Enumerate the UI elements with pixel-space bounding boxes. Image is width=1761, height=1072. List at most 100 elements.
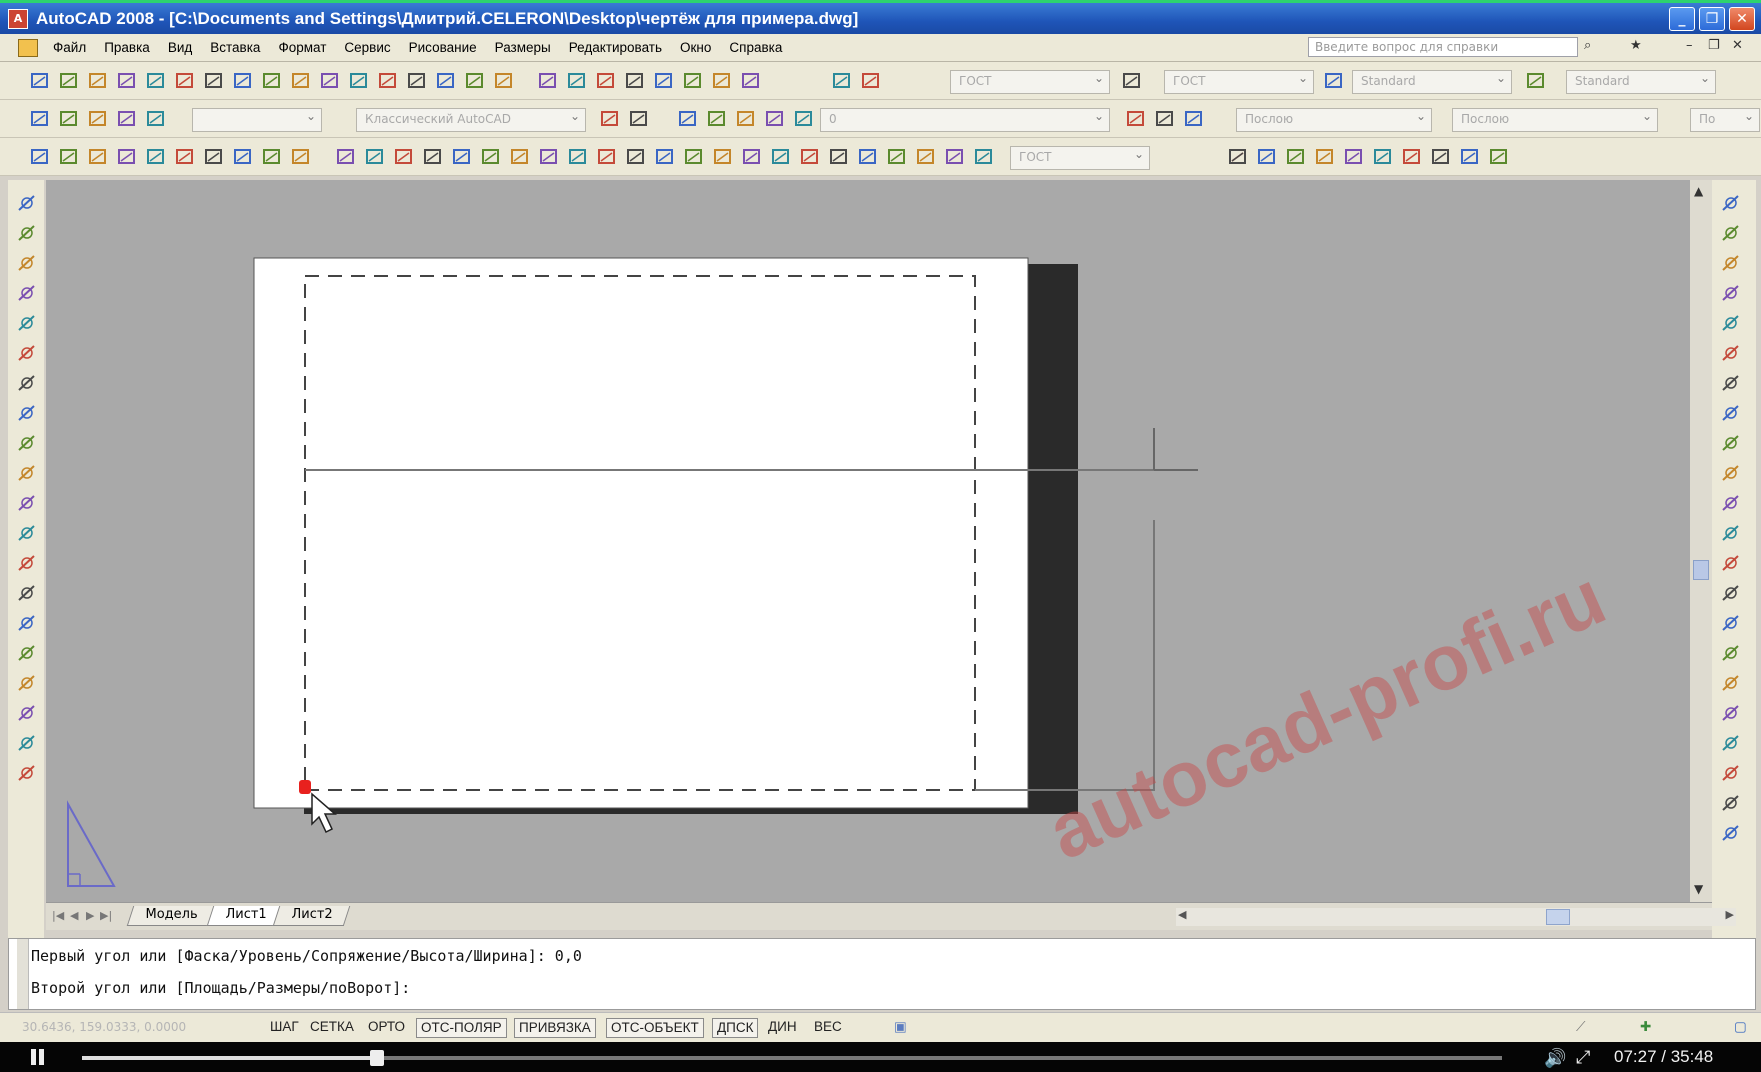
- dimension-tool-20-icon[interactable]: [595, 145, 619, 169]
- layers-tool-3-icon[interactable]: [86, 107, 110, 131]
- command-line-window[interactable]: Первый угол или [Фаска/Уровень/Сопряжени…: [8, 938, 1756, 1010]
- dimension-tool-11-icon[interactable]: [334, 145, 358, 169]
- draw-tool-5-icon[interactable]: [14, 310, 40, 336]
- standard-tool-12-icon[interactable]: [347, 69, 371, 93]
- tab-sheet2[interactable]: Лист2: [272, 906, 351, 926]
- draw-tool-19-icon[interactable]: [14, 730, 40, 756]
- standard-tool-22-icon[interactable]: [652, 69, 676, 93]
- menu-insert[interactable]: Вставка: [201, 40, 269, 55]
- cursor-coordinates[interactable]: 30.6436, 159.0333, 0.0000: [22, 1020, 186, 1034]
- clean-screen-icon[interactable]: ▢: [1730, 1018, 1751, 1038]
- dimension-tool-36-icon[interactable]: [1255, 145, 1279, 169]
- multileader-style-combo[interactable]: Standard: [1566, 70, 1716, 94]
- modify-tool-4-icon[interactable]: [1718, 280, 1744, 306]
- dimension-tool-28-icon[interactable]: [827, 145, 851, 169]
- fullscreen-icon[interactable]: ⤢: [1576, 1047, 1590, 1068]
- search-help-icon[interactable]: ⌕: [1584, 38, 1591, 53]
- menu-help[interactable]: Справка: [720, 40, 791, 55]
- paper-space-icon[interactable]: ▣: [890, 1018, 911, 1038]
- drawing-canvas[interactable]: [46, 180, 1690, 902]
- help-search-input[interactable]: Введите вопрос для справки: [1308, 37, 1578, 57]
- standard-tool-1-icon[interactable]: [28, 69, 52, 93]
- status-ortho-toggle[interactable]: ОРТО: [364, 1018, 409, 1038]
- standard-tool-2-icon[interactable]: [57, 69, 81, 93]
- standard-tool-5-icon[interactable]: [144, 69, 168, 93]
- standard-tool-7-icon[interactable]: [202, 69, 226, 93]
- linetype-combo[interactable]: Послою: [1452, 108, 1658, 132]
- layers-tool-7-icon[interactable]: [627, 107, 651, 131]
- status-osnap-toggle[interactable]: ПРИВЯЗКА: [514, 1018, 596, 1038]
- workspace-combo[interactable]: Классический AutoCAD: [356, 108, 586, 132]
- menu-draw[interactable]: Рисование: [400, 40, 486, 55]
- standard-tool-13-icon[interactable]: [376, 69, 400, 93]
- modify-tool-9-icon[interactable]: [1718, 430, 1744, 456]
- standard-tool-18-icon[interactable]: [536, 69, 560, 93]
- modify-tool-8-icon[interactable]: [1718, 400, 1744, 426]
- modify-tool-3-icon[interactable]: [1718, 250, 1744, 276]
- draw-tool-16-icon[interactable]: [14, 640, 40, 666]
- doc-restore-button[interactable]: ❐: [1708, 38, 1720, 53]
- menu-tools[interactable]: Сервис: [335, 40, 399, 55]
- vertical-scroll-thumb[interactable]: [1693, 560, 1709, 580]
- standard-tool-14-icon[interactable]: [405, 69, 429, 93]
- dimension-tool-40-icon[interactable]: [1371, 145, 1395, 169]
- dimension-tool-14-icon[interactable]: [421, 145, 445, 169]
- modify-tool-12-icon[interactable]: [1718, 520, 1744, 546]
- draw-tool-1-icon[interactable]: [14, 190, 40, 216]
- modify-tool-20-icon[interactable]: [1718, 760, 1744, 786]
- tab-next-icon[interactable]: ▶: [86, 909, 94, 922]
- standard-tool-9-icon[interactable]: [260, 69, 284, 93]
- seek-knob[interactable]: [370, 1050, 385, 1066]
- modify-tool-6-icon[interactable]: [1718, 340, 1744, 366]
- standard-tool-16-icon[interactable]: [463, 69, 487, 93]
- horizontal-scrollbar[interactable]: ◀ ▶: [1176, 908, 1736, 926]
- vertical-scrollbar[interactable]: ▲ ▼: [1690, 180, 1712, 902]
- dimension-tool-37-icon[interactable]: [1284, 145, 1308, 169]
- scroll-down-icon[interactable]: ▼: [1694, 882, 1703, 896]
- layers-tool-8-icon[interactable]: [676, 107, 700, 131]
- tab-last-icon[interactable]: ▶|: [100, 909, 112, 922]
- restore-button[interactable]: ❐: [1699, 7, 1725, 31]
- standard-tool-30-icon[interactable]: [1524, 69, 1548, 93]
- dimension-tool-33-icon[interactable]: [972, 145, 996, 169]
- standard-tool-23-icon[interactable]: [681, 69, 705, 93]
- modify-tool-7-icon[interactable]: [1718, 370, 1744, 396]
- dimension-tool-16-icon[interactable]: [479, 145, 503, 169]
- dimension-tool-23-icon[interactable]: [682, 145, 706, 169]
- layers-tool-6-icon[interactable]: [598, 107, 622, 131]
- standard-tool-28-icon[interactable]: [1120, 69, 1144, 93]
- dimension-tool-10-icon[interactable]: [289, 145, 313, 169]
- standard-tool-4-icon[interactable]: [115, 69, 139, 93]
- modify-tool-18-icon[interactable]: [1718, 700, 1744, 726]
- drawing-area[interactable]: [46, 180, 1690, 902]
- dimension-tool-5-icon[interactable]: [144, 145, 168, 169]
- dimension-tool-13-icon[interactable]: [392, 145, 416, 169]
- layers-tool-9-icon[interactable]: [705, 107, 729, 131]
- standard-tool-20-icon[interactable]: [594, 69, 618, 93]
- draw-tool-14-icon[interactable]: [14, 580, 40, 606]
- dimension-tool-21-icon[interactable]: [624, 145, 648, 169]
- modify-tool-15-icon[interactable]: [1718, 610, 1744, 636]
- standard-tool-21-icon[interactable]: [623, 69, 647, 93]
- standard-tool-25-icon[interactable]: [739, 69, 763, 93]
- menu-edit[interactable]: Правка: [95, 40, 159, 55]
- draw-tool-17-icon[interactable]: [14, 670, 40, 696]
- standard-tool-11-icon[interactable]: [318, 69, 342, 93]
- draw-tool-7-icon[interactable]: [14, 370, 40, 396]
- modify-tool-14-icon[interactable]: [1718, 580, 1744, 606]
- menu-format[interactable]: Формат: [269, 40, 335, 55]
- pause-icon[interactable]: [30, 1049, 46, 1065]
- dim-style-combo-2[interactable]: ГОСТ: [1010, 146, 1150, 170]
- standard-tool-15-icon[interactable]: [434, 69, 458, 93]
- document-menu-icon[interactable]: [18, 38, 38, 57]
- tab-prev-icon[interactable]: ◀: [70, 909, 78, 922]
- status-snap-toggle[interactable]: ШАГ: [266, 1018, 303, 1038]
- draw-tool-11-icon[interactable]: [14, 490, 40, 516]
- status-dyn-toggle[interactable]: ДИН: [764, 1018, 801, 1038]
- tab-model[interactable]: Модель: [126, 906, 216, 926]
- draw-tool-9-icon[interactable]: [14, 430, 40, 456]
- dimension-tool-17-icon[interactable]: [508, 145, 532, 169]
- modify-tool-2-icon[interactable]: [1718, 220, 1744, 246]
- close-button[interactable]: ✕: [1729, 7, 1755, 31]
- table-style-combo[interactable]: Standard: [1352, 70, 1512, 94]
